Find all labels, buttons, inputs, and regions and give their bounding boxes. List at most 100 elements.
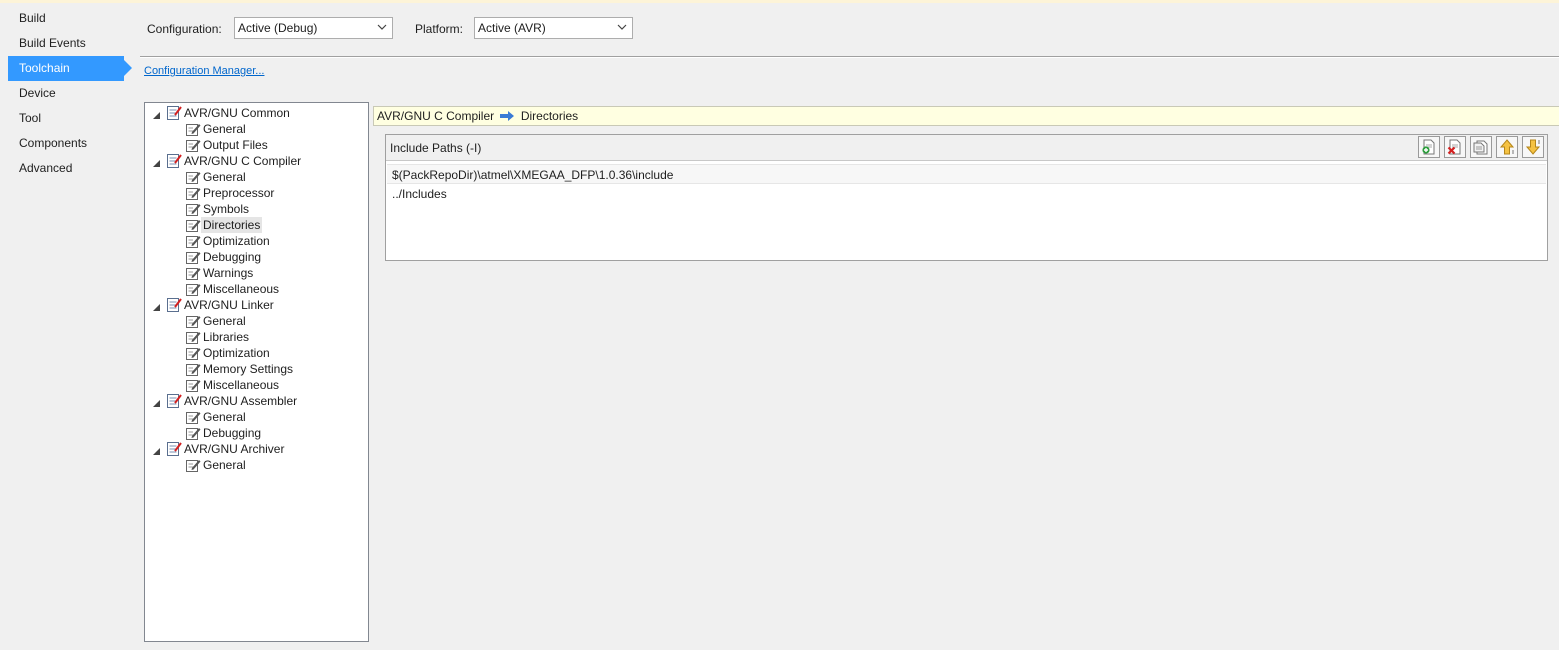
tree-item-label: Miscellaneous bbox=[203, 282, 280, 296]
tree-item[interactable]: Warnings bbox=[145, 265, 367, 281]
tree-group[interactable]: AVR/GNU Common bbox=[145, 105, 367, 121]
move-down-button[interactable] bbox=[1522, 136, 1544, 158]
nav-item-device[interactable]: Device bbox=[8, 81, 132, 106]
include-paths-panel: Include Paths (-I) $(PackRepoDir)\atmel\… bbox=[385, 134, 1548, 261]
configuration-select-value: Active (Debug) bbox=[238, 21, 318, 35]
tree-item-label: Libraries bbox=[203, 330, 250, 344]
tree-group-label: AVR/GNU Assembler bbox=[184, 394, 298, 408]
expand-toggle-icon[interactable] bbox=[152, 156, 161, 167]
delete-item-button[interactable] bbox=[1444, 136, 1466, 158]
tree-group[interactable]: AVR/GNU Archiver bbox=[145, 441, 367, 457]
tree-item[interactable]: General bbox=[145, 313, 367, 329]
nav-item-advanced[interactable]: Advanced bbox=[8, 156, 132, 181]
tree-item-label: Symbols bbox=[203, 202, 250, 216]
tree-item-label: General bbox=[203, 410, 246, 424]
configuration-manager-link[interactable]: Configuration Manager... bbox=[144, 65, 264, 77]
tree-item-label: Debugging bbox=[203, 426, 262, 440]
nav-item-build[interactable]: Build bbox=[8, 6, 132, 31]
platform-label: Platform: bbox=[415, 22, 464, 36]
tree-item[interactable]: General bbox=[145, 121, 367, 137]
tree-item[interactable]: General bbox=[145, 169, 367, 185]
move-up-icon bbox=[1499, 139, 1515, 155]
tree-item-label: Optimization bbox=[203, 346, 270, 360]
tree-item-label: Optimization bbox=[203, 234, 270, 248]
tree-item[interactable]: Debugging bbox=[145, 249, 367, 265]
tree-item[interactable]: General bbox=[145, 409, 367, 425]
tree-item-label: General bbox=[203, 314, 246, 328]
tree-item[interactable]: Preprocessor bbox=[145, 185, 367, 201]
tree-group[interactable]: AVR/GNU C Compiler bbox=[145, 153, 367, 169]
chevron-down-icon bbox=[617, 24, 627, 30]
edit-page-icon bbox=[185, 345, 201, 361]
tree-item[interactable]: Output Files bbox=[145, 137, 367, 153]
tree-group[interactable]: AVR/GNU Linker bbox=[145, 297, 367, 313]
nav-item-components[interactable]: Components bbox=[8, 131, 132, 156]
tree-item[interactable]: Libraries bbox=[145, 329, 367, 345]
move-up-button[interactable] bbox=[1496, 136, 1518, 158]
expand-toggle-icon[interactable] bbox=[152, 444, 161, 455]
tree-group-label: AVR/GNU Common bbox=[184, 106, 290, 120]
edit-page-icon bbox=[185, 201, 201, 217]
tree-item[interactable]: Debugging bbox=[145, 425, 367, 441]
add-item-button[interactable] bbox=[1418, 136, 1440, 158]
properties-page-icon bbox=[166, 105, 182, 121]
nav-item-toolchain[interactable]: Toolchain bbox=[8, 56, 132, 81]
platform-select-value: Active (AVR) bbox=[478, 21, 546, 35]
tree-item-label: Preprocessor bbox=[203, 186, 275, 200]
edit-page-icon bbox=[185, 377, 201, 393]
edit-page-icon bbox=[185, 457, 201, 473]
expand-toggle-icon[interactable] bbox=[152, 396, 161, 407]
tree-item[interactable]: General bbox=[145, 457, 367, 473]
edit-page-icon bbox=[185, 233, 201, 249]
project-properties-nav: Build Build Events Toolchain Device Tool… bbox=[8, 6, 132, 181]
edit-page-icon bbox=[185, 281, 201, 297]
arrow-right-icon bbox=[500, 110, 515, 121]
edit-page-icon bbox=[185, 137, 201, 153]
platform-select[interactable]: Active (AVR) bbox=[474, 17, 633, 39]
tree-item[interactable]: Memory Settings bbox=[145, 361, 367, 377]
move-down-icon bbox=[1525, 139, 1541, 155]
properties-page-icon bbox=[166, 153, 182, 169]
tree-item-label: General bbox=[203, 122, 246, 136]
breadcrumb-section: AVR/GNU C Compiler bbox=[377, 109, 495, 123]
tree-item-label: Debugging bbox=[203, 250, 262, 264]
tree-item[interactable]: Directories bbox=[145, 217, 367, 233]
edit-page-icon bbox=[185, 425, 201, 441]
nav-item-build-events[interactable]: Build Events bbox=[8, 31, 132, 56]
chevron-down-icon bbox=[377, 24, 387, 30]
tree-item-label: Directories bbox=[201, 217, 263, 233]
configuration-label: Configuration: bbox=[147, 22, 222, 36]
tree-item-label: Warnings bbox=[203, 266, 254, 280]
tree-item[interactable]: Optimization bbox=[145, 345, 367, 361]
include-paths-title: Include Paths (-I) bbox=[390, 141, 482, 155]
tree-item[interactable]: Symbols bbox=[145, 201, 367, 217]
tree-item[interactable]: Miscellaneous bbox=[145, 377, 367, 393]
tree-item[interactable]: Optimization bbox=[145, 233, 367, 249]
tree-item-label: Output Files bbox=[203, 138, 268, 152]
toolchain-tree[interactable]: AVR/GNU Common General Output Files AVR/GNU… bbox=[144, 102, 369, 642]
edit-page-icon bbox=[185, 217, 201, 233]
configuration-select[interactable]: Active (Debug) bbox=[234, 17, 393, 39]
expand-toggle-icon[interactable] bbox=[152, 108, 161, 119]
include-path-item[interactable]: $(PackRepoDir)\atmel\XMEGAA_DFP\1.0.36\i… bbox=[387, 164, 1546, 184]
edit-item-icon bbox=[1473, 140, 1488, 155]
properties-page-icon bbox=[166, 441, 182, 457]
edit-item-button[interactable] bbox=[1470, 136, 1492, 158]
tree-group-label: AVR/GNU Linker bbox=[184, 298, 274, 312]
delete-item-icon bbox=[1447, 139, 1461, 155]
edit-page-icon bbox=[185, 361, 201, 377]
tree-item-label: General bbox=[203, 170, 246, 184]
tree-group-label: AVR/GNU Archiver bbox=[184, 442, 285, 456]
edit-page-icon bbox=[185, 249, 201, 265]
tree-group[interactable]: AVR/GNU Assembler bbox=[145, 393, 367, 409]
breadcrumb: AVR/GNU C Compiler Directories bbox=[373, 106, 1559, 126]
include-path-item[interactable]: ../Includes bbox=[387, 184, 447, 204]
tree-item[interactable]: Miscellaneous bbox=[145, 281, 367, 297]
edit-page-icon bbox=[185, 313, 201, 329]
properties-page-icon bbox=[166, 393, 182, 409]
nav-item-tool[interactable]: Tool bbox=[8, 106, 132, 131]
tree-item-label: Miscellaneous bbox=[203, 378, 280, 392]
tree-item-label: General bbox=[203, 458, 246, 472]
edit-page-icon bbox=[185, 169, 201, 185]
expand-toggle-icon[interactable] bbox=[152, 300, 161, 311]
